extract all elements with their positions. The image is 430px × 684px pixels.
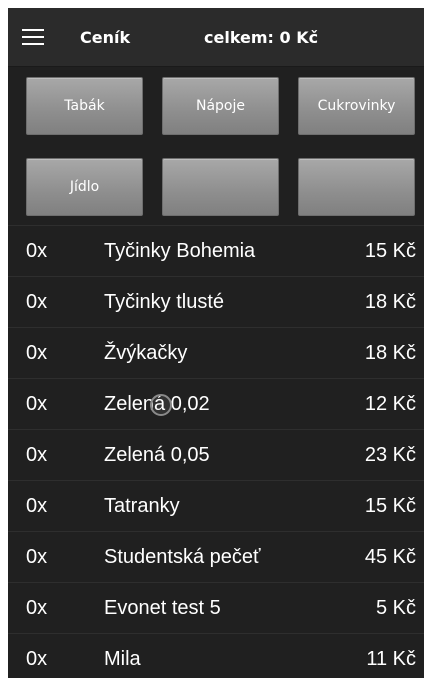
top-bar: Ceník celkem: 0 Kč [8,8,424,67]
product-qty: 0x [26,545,48,568]
product-row[interactable]: 0x Tyčinky tlusté 18 Kč [8,276,424,327]
product-qty: 0x [26,596,48,619]
menu-line [22,43,44,45]
product-list: 0x Tyčinky Bohemia 15 Kč 0x Tyčinky tlus… [8,225,424,678]
product-row[interactable]: 0x Zelená 0,02 12 Kč [8,378,424,429]
product-name: Evonet test 5 [104,596,221,619]
product-row[interactable]: 0x Tatranky 15 Kč [8,480,424,531]
menu-line [22,36,44,38]
product-price: 15 Kč [364,239,416,262]
product-price: 11 Kč [366,647,416,670]
product-price: 18 Kč [364,341,416,364]
product-qty: 0x [26,392,48,415]
hamburger-menu-icon[interactable] [22,8,62,66]
product-name: Studentská pečeť [104,545,261,568]
app-window: Ceník celkem: 0 Kč Tabák Nápoje Cukrovin… [8,8,424,678]
touch-cursor-indicator [150,394,172,416]
product-price: 23 Kč [364,443,416,466]
product-name: Mila [104,647,141,670]
page-title: Ceník [80,27,131,47]
product-price: 18 Kč [364,290,416,313]
product-row[interactable]: 0x Zelená 0,05 23 Kč [8,429,424,480]
menu-line [22,29,44,31]
product-qty: 0x [26,443,48,466]
category-button-napoje[interactable]: Nápoje [162,77,279,135]
category-button-empty-1[interactable] [162,158,279,216]
product-price: 12 Kč [364,392,416,415]
product-name: Tatranky [104,494,180,517]
category-button-empty-2[interactable] [298,158,415,216]
category-grid: Tabák Nápoje Cukrovinky Jídlo [8,67,424,224]
product-row[interactable]: 0x Tyčinky Bohemia 15 Kč [8,225,424,276]
product-row[interactable]: 0x Evonet test 5 5 Kč [8,582,424,633]
product-name: Tyčinky tlusté [104,290,225,313]
category-button-tabak[interactable]: Tabák [26,77,143,135]
product-row[interactable]: 0x Studentská pečeť 45 Kč [8,531,424,582]
product-row[interactable]: 0x Žvýkačky 18 Kč [8,327,424,378]
product-name: Tyčinky Bohemia [104,239,256,262]
product-price: 15 Kč [364,494,416,517]
product-row[interactable]: 0x Mila 11 Kč [8,633,424,678]
product-qty: 0x [26,341,48,364]
product-name: Zelená 0,05 [104,443,210,466]
total-summary: celkem: 0 Kč [204,28,318,47]
category-button-jidlo[interactable]: Jídlo [26,158,143,216]
total-label: celkem: [204,27,274,47]
product-qty: 0x [26,290,48,313]
product-qty: 0x [26,239,48,262]
product-price: 45 Kč [364,545,416,568]
product-qty: 0x [26,647,48,670]
category-button-cukrovinky[interactable]: Cukrovinky [298,77,415,135]
product-price: 5 Kč [375,596,416,619]
product-qty: 0x [26,494,48,517]
product-name: Žvýkačky [104,341,188,364]
product-name: Zelená 0,02 [104,392,210,415]
total-value: 0 Kč [279,27,319,47]
